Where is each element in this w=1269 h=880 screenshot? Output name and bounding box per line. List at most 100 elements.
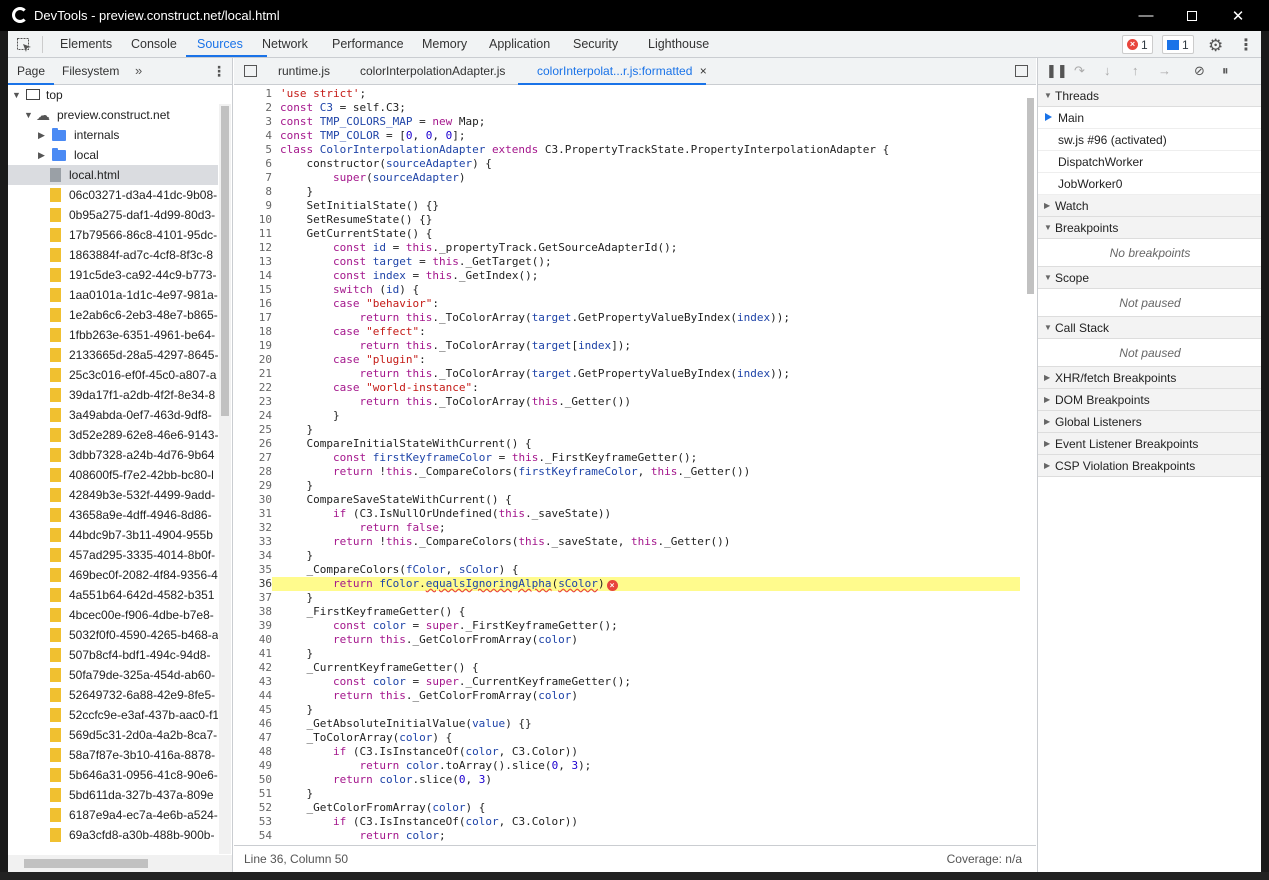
line-number[interactable]: 4: [234, 129, 272, 143]
line-number[interactable]: 20: [234, 353, 272, 367]
line-number[interactable]: 47: [234, 731, 272, 745]
expand-arrow-icon[interactable]: ▼: [12, 85, 21, 105]
section-breakpoints[interactable]: ▼ Breakpoints: [1038, 217, 1261, 239]
line-number[interactable]: 8: [234, 185, 272, 199]
line-number[interactable]: 37: [234, 591, 272, 605]
line-number[interactable]: 40: [234, 633, 272, 647]
toggle-debugger-icon[interactable]: [1015, 65, 1028, 77]
line-number[interactable]: 42: [234, 661, 272, 675]
line-number[interactable]: 52: [234, 801, 272, 815]
tab-memory[interactable]: Memory: [422, 31, 467, 58]
scroll-thumb[interactable]: [1027, 98, 1034, 294]
line-number[interactable]: 29: [234, 479, 272, 493]
code-line[interactable]: 41 }: [234, 647, 1020, 661]
line-number[interactable]: 32: [234, 521, 272, 535]
tab-filesystem[interactable]: Filesystem: [62, 58, 119, 85]
line-number[interactable]: 39: [234, 619, 272, 633]
code-line[interactable]: 8 }: [234, 185, 1020, 199]
tree-item[interactable]: 58a7f87e-3b10-416a-8878-: [8, 745, 218, 765]
tree-item[interactable]: 1fbb263e-6351-4961-be64-: [8, 325, 218, 345]
tree-item[interactable]: 1aa0101a-1d1c-4e97-981a-: [8, 285, 218, 305]
pause-icon[interactable]: ❚❚: [1046, 63, 1068, 79]
tab-lighthouse[interactable]: Lighthouse: [648, 31, 709, 58]
tree-item[interactable]: 1e2ab6c6-2eb3-48e7-b865-: [8, 305, 218, 325]
line-number[interactable]: 34: [234, 549, 272, 563]
code-line[interactable]: 7 super(sourceAdapter): [234, 171, 1020, 185]
line-number[interactable]: 28: [234, 465, 272, 479]
tree-item[interactable]: 3d52e289-62e8-46e6-9143-: [8, 425, 218, 445]
code-line[interactable]: 27 const firstKeyframeColor = this._Firs…: [234, 451, 1020, 465]
line-number[interactable]: 30: [234, 493, 272, 507]
section-event-listener-breakpoints[interactable]: ▶ Event Listener Breakpoints: [1038, 433, 1261, 455]
tree-item[interactable]: 3a49abda-0ef7-463d-9df8-: [8, 405, 218, 425]
code-line[interactable]: 6 constructor(sourceAdapter) {: [234, 157, 1020, 171]
line-number[interactable]: 24: [234, 409, 272, 423]
code-line[interactable]: 35 _CompareColors(fColor, sColor) {: [234, 563, 1020, 577]
code-line[interactable]: 34 }: [234, 549, 1020, 563]
close-tab-icon[interactable]: ×: [700, 64, 707, 78]
tree-item[interactable]: 4bcec00e-f906-4dbe-b7e8-: [8, 605, 218, 625]
tree-item[interactable]: ▼ top: [8, 85, 218, 105]
code-line[interactable]: 19 return this._ToColorArray(target[inde…: [234, 339, 1020, 353]
navigator-menu-icon[interactable]: ⋮: [212, 63, 226, 80]
code-line[interactable]: 51 }: [234, 787, 1020, 801]
code-line[interactable]: 3 const TMP_COLORS_MAP = new Map;: [234, 115, 1020, 129]
thread-row[interactable]: Main: [1038, 107, 1261, 129]
line-number[interactable]: 51: [234, 787, 272, 801]
tree-item[interactable]: 50fa79de-325a-454d-ab60-: [8, 665, 218, 685]
code-line[interactable]: 45 }: [234, 703, 1020, 717]
tree-item[interactable]: ▶ internals: [8, 125, 218, 145]
tree-item[interactable]: 191c5de3-ca92-44c9-b773-: [8, 265, 218, 285]
step-over-icon[interactable]: ↷: [1074, 63, 1085, 79]
line-number[interactable]: 31: [234, 507, 272, 521]
line-number[interactable]: 14: [234, 269, 272, 283]
line-number[interactable]: 9: [234, 199, 272, 213]
tab-console[interactable]: Console: [131, 31, 177, 58]
toggle-navigator-icon[interactable]: [244, 65, 257, 77]
close-window-button[interactable]: ✕: [1215, 0, 1261, 31]
code-line[interactable]: 46 _GetAbsoluteInitialValue(value) {}: [234, 717, 1020, 731]
code-line[interactable]: 25 }: [234, 423, 1020, 437]
error-icon[interactable]: ×: [606, 580, 618, 591]
code-line[interactable]: 1 'use strict';: [234, 87, 1020, 101]
more-tabs-icon[interactable]: »: [135, 63, 142, 78]
settings-gear-icon[interactable]: ⚙: [1208, 36, 1223, 56]
code-line[interactable]: 13 const target = this._GetTarget();: [234, 255, 1020, 269]
message-count-badge[interactable]: 1: [1162, 35, 1194, 54]
code-line[interactable]: 30 CompareSaveStateWithCurrent() {: [234, 493, 1020, 507]
line-number[interactable]: 5: [234, 143, 272, 157]
line-number[interactable]: 27: [234, 451, 272, 465]
tree-item[interactable]: 5b646a31-0956-41c8-90e6-: [8, 765, 218, 785]
tree-item[interactable]: 42849b3e-532f-4499-9add-: [8, 485, 218, 505]
code-line[interactable]: 22 case "world-instance":: [234, 381, 1020, 395]
tree-item[interactable]: 52ccfc9e-e3af-437b-aac0-f1: [8, 705, 218, 725]
step-into-icon[interactable]: ↓: [1104, 63, 1111, 78]
code-line[interactable]: 14 const index = this._GetIndex();: [234, 269, 1020, 283]
line-number[interactable]: 50: [234, 773, 272, 787]
line-number[interactable]: 54: [234, 829, 272, 843]
code-line[interactable]: 53 if (C3.IsInstanceOf(color, C3.Color)): [234, 815, 1020, 829]
line-number[interactable]: 6: [234, 157, 272, 171]
code-line[interactable]: 39 const color = super._FirstKeyframeGet…: [234, 619, 1020, 633]
code-line[interactable]: 16 case "behavior":: [234, 297, 1020, 311]
line-number[interactable]: 46: [234, 717, 272, 731]
code-line[interactable]: 21 return this._ToColorArray(target.GetP…: [234, 367, 1020, 381]
line-number[interactable]: 16: [234, 297, 272, 311]
code-line[interactable]: 49 return color.toArray().slice(0, 3);: [234, 759, 1020, 773]
line-number[interactable]: 33: [234, 535, 272, 549]
section-global-listeners[interactable]: ▶ Global Listeners: [1038, 411, 1261, 433]
code-line[interactable]: 54 return color;: [234, 829, 1020, 843]
line-number[interactable]: 26: [234, 437, 272, 451]
more-options-icon[interactable]: ⋮: [1238, 35, 1254, 55]
section-csp-violation-breakpoints[interactable]: ▶ CSP Violation Breakpoints: [1038, 455, 1261, 477]
tree-item[interactable]: 52649732-6a88-42e9-8fe5-: [8, 685, 218, 705]
line-number[interactable]: 43: [234, 675, 272, 689]
code-line[interactable]: 15 switch (id) {: [234, 283, 1020, 297]
tree-item[interactable]: 3dbb7328-a24b-4d76-9b64: [8, 445, 218, 465]
line-number[interactable]: 44: [234, 689, 272, 703]
thread-row[interactable]: DispatchWorker: [1038, 151, 1261, 173]
line-number[interactable]: 22: [234, 381, 272, 395]
tab-security[interactable]: Security: [573, 31, 618, 58]
line-number[interactable]: 10: [234, 213, 272, 227]
line-number[interactable]: 15: [234, 283, 272, 297]
